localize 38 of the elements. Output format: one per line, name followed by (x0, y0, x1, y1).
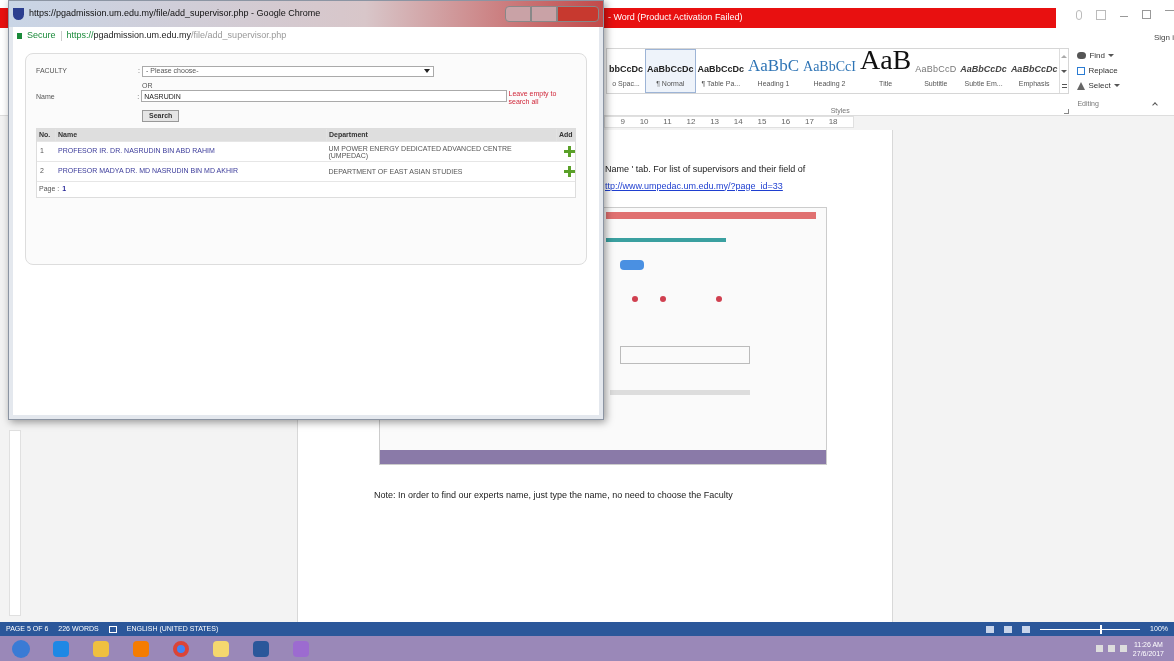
read-mode-icon[interactable] (986, 625, 995, 633)
editing-command[interactable]: Find (1077, 48, 1158, 63)
close-button[interactable] (557, 6, 599, 22)
maximize-icon[interactable] (1142, 10, 1151, 19)
tray-network-icon[interactable] (1107, 645, 1115, 652)
sign-in-link[interactable]: Sign i (1154, 32, 1174, 44)
add-plus-icon[interactable] (564, 146, 575, 157)
horizontal-ruler: 9 10 11 12 13 14 15 16 17 18 (604, 116, 854, 128)
minimize-button[interactable] (505, 6, 531, 22)
editing-command[interactable]: Replace (1077, 63, 1158, 78)
proofing-icon[interactable] (108, 625, 117, 633)
scroll-up-icon[interactable] (1061, 55, 1068, 58)
replace-icon (1077, 66, 1086, 75)
window-title: - Word (Product Activation Failed) (608, 11, 743, 25)
note-text: Note: In order to find our experts name, just type the name, no need to choose the Faculty (374, 489, 734, 502)
zoom-slider-thumb[interactable] (1100, 624, 1103, 634)
tray-speaker-icon[interactable] (1119, 645, 1127, 652)
scroll-down-icon[interactable] (1061, 70, 1068, 73)
window-title: https://pgadmission.um.edu.my/file/add_supervisor.php - Google Chrome (29, 7, 322, 21)
ribbon-display-icon[interactable] (1096, 10, 1106, 20)
binoculars-icon (1077, 52, 1087, 59)
caret-icon (1107, 54, 1114, 57)
add-plus-icon[interactable] (564, 166, 575, 177)
body-text: Name ' tab. For list of supervisors and their field of (605, 163, 807, 176)
editing-command[interactable]: Select (1077, 78, 1158, 93)
tray-flag-icon[interactable] (1095, 645, 1103, 652)
print-layout-icon[interactable] (1004, 625, 1013, 633)
dialog-launcher-icon[interactable] (1064, 108, 1070, 114)
dropdown-arrow-icon (424, 69, 430, 73)
maximize-button[interactable] (531, 6, 557, 22)
address-bar[interactable]: Secure https://pgadmission.um.edu.my/file/add_supervisor.php (13, 27, 599, 45)
hyperlink[interactable]: ttp://www.umpedac.um.edu.my/?page_id=33 (605, 179, 892, 193)
shield-logo-icon (13, 8, 24, 20)
caret-icon (1113, 84, 1120, 87)
help-icon[interactable] (1076, 10, 1082, 20)
web-layout-icon[interactable] (1022, 625, 1031, 633)
lock-icon (17, 33, 22, 39)
more-styles-icon[interactable] (1061, 84, 1067, 88)
